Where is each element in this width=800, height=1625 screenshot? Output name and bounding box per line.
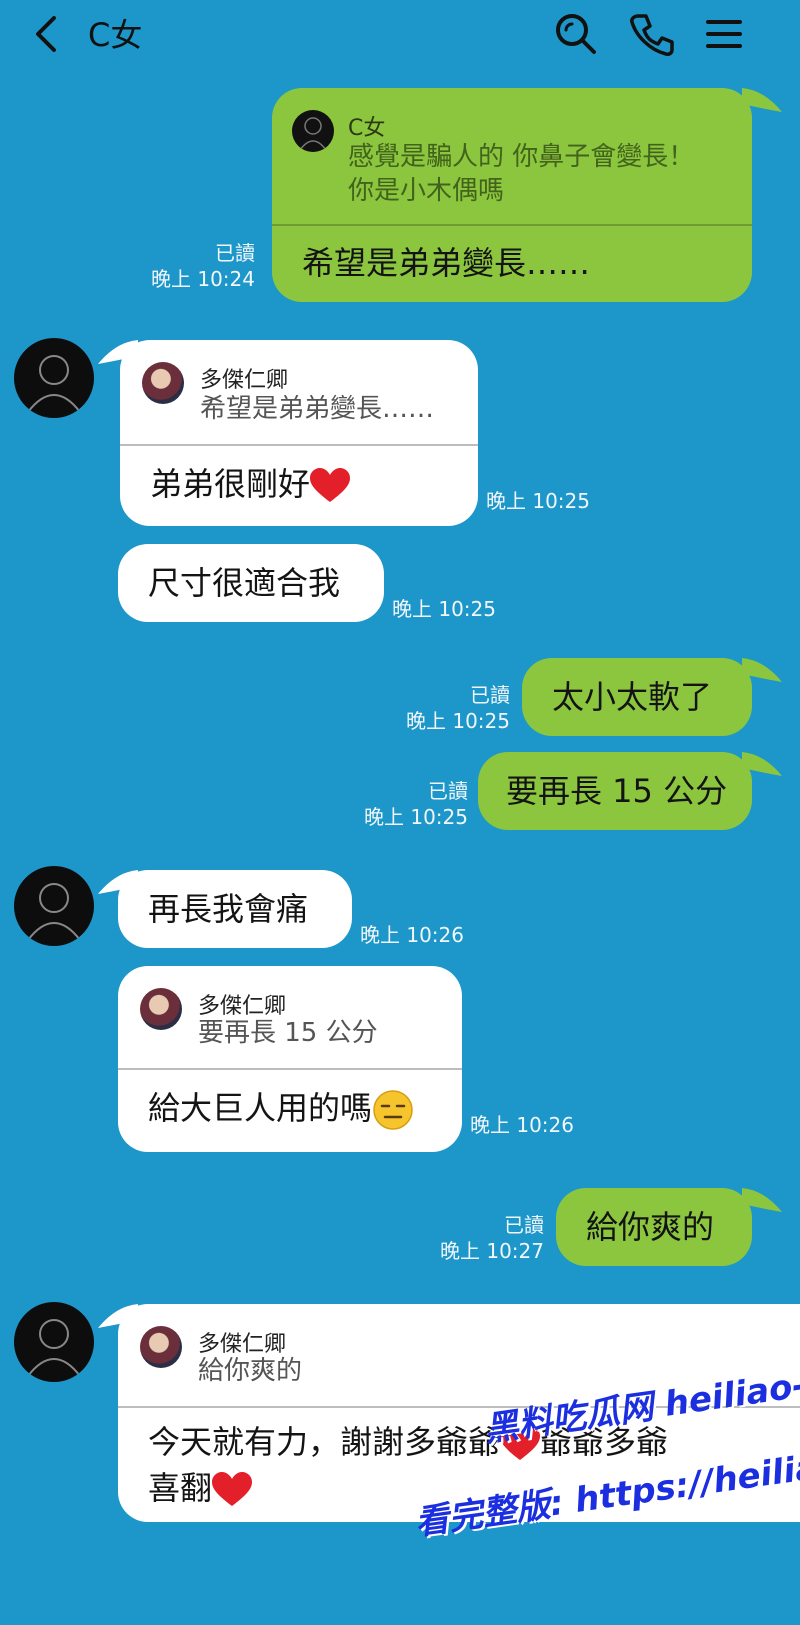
quote-divider [118, 1068, 462, 1070]
avatar[interactable] [14, 1302, 94, 1382]
message-bubble[interactable]: 尺寸很適合我 [118, 544, 384, 622]
avatar[interactable] [14, 866, 94, 946]
message-text: 再長我會痛 [148, 890, 309, 928]
message-time: 晚上 10:26 [470, 1113, 574, 1137]
quote-divider [272, 224, 752, 226]
back-chevron-icon[interactable] [30, 14, 64, 54]
message-text: 給大巨人用的嗎 [148, 1088, 414, 1131]
quote-text: 給你爽的 [198, 1356, 303, 1386]
message-text: 要再長 15 公分 [506, 772, 728, 810]
message-bubble[interactable]: 要再長 15 公分 [478, 752, 752, 830]
message-text-line: 今天就有力，謝謝多爺爺 [148, 1423, 501, 1461]
message-time: 晚上 10:25 [364, 805, 468, 829]
message-text: 希望是弟弟變長…… [302, 244, 591, 282]
quote-sender: 多傑仁卿 [200, 368, 289, 393]
message-time: 晚上 10:26 [360, 923, 464, 947]
chat-title: C女 [88, 16, 143, 54]
expressionless-face-emoji [373, 1090, 413, 1130]
message-time: 晚上 10:25 [392, 597, 496, 621]
red-heart-icon [212, 1472, 253, 1506]
message-bubble[interactable]: 多傑仁卿 要再長 15 公分 給大巨人用的嗎 [118, 966, 462, 1152]
phone-icon[interactable] [628, 10, 676, 58]
message-bubble[interactable]: 給你爽的 [556, 1188, 752, 1266]
message-text-content: 弟弟很剛好 [150, 465, 311, 503]
message-time: 晚上 10:25 [486, 489, 590, 513]
read-receipt: 已讀 [428, 779, 468, 803]
menu-icon[interactable] [700, 10, 748, 58]
message-time: 晚上 10:27 [440, 1239, 544, 1263]
message-time: 晚上 10:25 [406, 709, 510, 733]
message-text: 太小太軟了 [552, 678, 713, 716]
read-receipt: 已讀 [470, 683, 510, 707]
quote-avatar [292, 110, 334, 152]
quote-avatar [140, 1326, 182, 1368]
read-receipt: 已讀 [215, 241, 255, 265]
message-text: 給你爽的 [586, 1208, 715, 1246]
chat-header: C女 [0, 0, 800, 70]
message-bubble[interactable]: 再長我會痛 [118, 870, 352, 948]
red-heart-icon [310, 468, 351, 502]
message-text: 喜翻 [148, 1468, 253, 1508]
message-bubble[interactable]: 太小太軟了 [522, 658, 752, 736]
avatar[interactable] [14, 338, 94, 418]
quote-sender: C女 [348, 116, 386, 141]
message-bubble[interactable]: C女 感覺是騙人的 你鼻子會變長！ 你是小木偶嗎 希望是弟弟變長…… [272, 88, 752, 302]
read-receipt: 已讀 [504, 1213, 544, 1237]
quote-text: 你是小木偶嗎 [348, 176, 505, 206]
quote-avatar [140, 988, 182, 1030]
message-text: 弟弟很剛好 [150, 464, 351, 504]
search-icon[interactable] [552, 10, 600, 58]
quote-text: 感覺是騙人的 你鼻子會變長！ [348, 142, 695, 172]
message-text-content: 給大巨人用的嗎 [148, 1089, 373, 1127]
message-time: 晚上 10:24 [151, 267, 255, 291]
quote-text: 要再長 15 公分 [198, 1018, 378, 1048]
quote-avatar [142, 362, 184, 404]
quote-divider [120, 444, 478, 446]
message-text-line: 喜翻 [148, 1469, 213, 1507]
quote-text: 希望是弟弟變長…… [200, 394, 435, 424]
message-text: 尺寸很適合我 [148, 564, 341, 602]
message-bubble[interactable]: 多傑仁卿 希望是弟弟變長…… 弟弟很剛好 [120, 340, 478, 526]
